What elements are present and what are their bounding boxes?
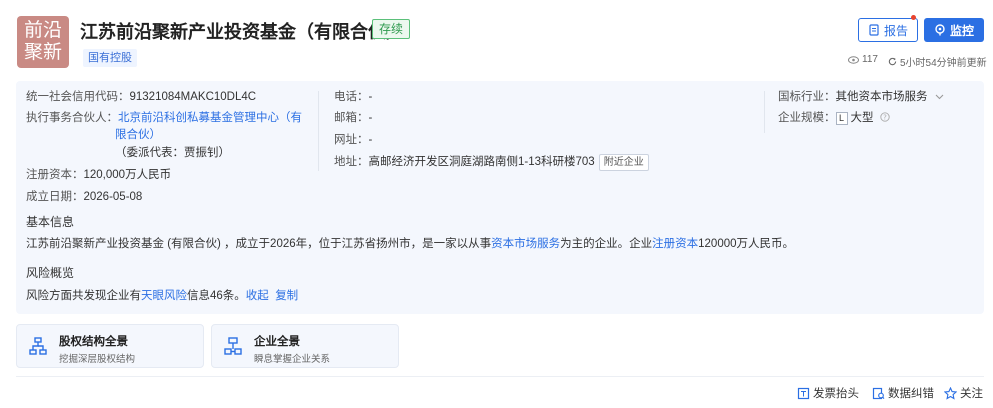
address-row: 地址：高邮经济开发区洞庭湖路南侧1-13科研楼703 附近企业 — [334, 154, 649, 171]
registered-capital-link[interactable]: 注册资本 — [652, 238, 698, 250]
copy-link[interactable]: 复制 — [275, 290, 298, 302]
star-icon — [944, 386, 957, 400]
phone-row: 电话：- — [334, 91, 373, 103]
scale-row: 企业规模： L 大型 ? — [778, 110, 890, 126]
data-correction-button[interactable]: 数据纠错 — [872, 385, 934, 401]
info-panel: 统一社会信用代码：91321084MAKC10DL4C 执行事务合伙人：北京前沿… — [16, 81, 984, 314]
equity-structure-card[interactable]: 股权结构全景 挖掘深层股权结构 — [16, 324, 204, 368]
org-chart-icon — [29, 337, 47, 355]
column-divider — [764, 91, 765, 133]
chevron-down-icon — [935, 94, 944, 100]
website-row: 网址：- — [334, 134, 373, 146]
company-logo: 前沿 聚新 — [17, 16, 69, 68]
svg-text:?: ? — [883, 114, 887, 122]
industry-row[interactable]: 国标行业：其他资本市场服务 — [778, 89, 944, 105]
refresh-icon — [888, 57, 897, 66]
column-divider — [318, 91, 319, 171]
capital-row: 注册资本：120,000万人民币 — [26, 169, 172, 181]
company-name: 江苏前沿聚新产业投资基金（有限合伙） — [80, 22, 404, 43]
partner-link[interactable]: 北京前沿科创私募基金管理中心（有 — [118, 112, 302, 124]
risk-text: 风险方面共发现企业有天眼风险信息46条。收起 复制 — [26, 290, 299, 302]
basic-info-text: 江苏前沿聚新产业投资基金 (有限合伙) ，成立于2026年，位于江苏省扬州市，是… — [26, 238, 795, 250]
eye-icon — [848, 55, 859, 64]
invoice-title-button[interactable]: 发票抬头 — [797, 385, 859, 401]
report-button[interactable]: 报告 — [858, 18, 918, 42]
risk-link[interactable]: 天眼风险 — [141, 290, 187, 302]
view-count: 117 — [848, 54, 878, 65]
scale-badge: L — [835, 112, 848, 125]
risk-title: 风险概览 — [26, 266, 75, 280]
credit-code-row: 统一社会信用代码：91321084MAKC10DL4C — [26, 91, 257, 103]
email-row: 邮箱：- — [334, 112, 373, 124]
follow-button[interactable]: 关注 — [944, 385, 983, 401]
founded-row: 成立日期：2026-05-08 — [26, 191, 143, 203]
enterprise-panorama-card[interactable]: 企业全景 瞬息掌握企业关系 — [211, 324, 399, 368]
update-time[interactable]: 5小时54分钟前更新 — [888, 54, 987, 69]
nearby-companies-button[interactable]: 附近企业 — [598, 154, 649, 171]
footer-divider — [16, 376, 984, 377]
network-icon — [224, 337, 242, 355]
document-icon — [869, 24, 879, 36]
basic-info-title: 基本信息 — [26, 215, 75, 229]
ownership-tag[interactable]: 国有控股 — [83, 49, 137, 67]
status-badge: 存续 — [372, 19, 411, 39]
notification-dot — [911, 15, 916, 20]
collapse-link[interactable]: 收起 — [246, 290, 269, 302]
partner-representative: （委派代表：贾振钊） — [115, 147, 230, 159]
correction-icon — [872, 387, 885, 399]
help-icon[interactable]: ? — [880, 112, 890, 122]
industry-link[interactable]: 资本市场服务 — [491, 238, 560, 250]
partner-link-cont[interactable]: 限合伙） — [115, 129, 161, 141]
monitor-icon — [935, 24, 945, 36]
partner-row: 执行事务合伙人：北京前沿科创私募基金管理中心（有 — [26, 112, 302, 124]
invoice-icon — [797, 387, 810, 399]
monitor-button[interactable]: 监控 — [924, 18, 984, 42]
